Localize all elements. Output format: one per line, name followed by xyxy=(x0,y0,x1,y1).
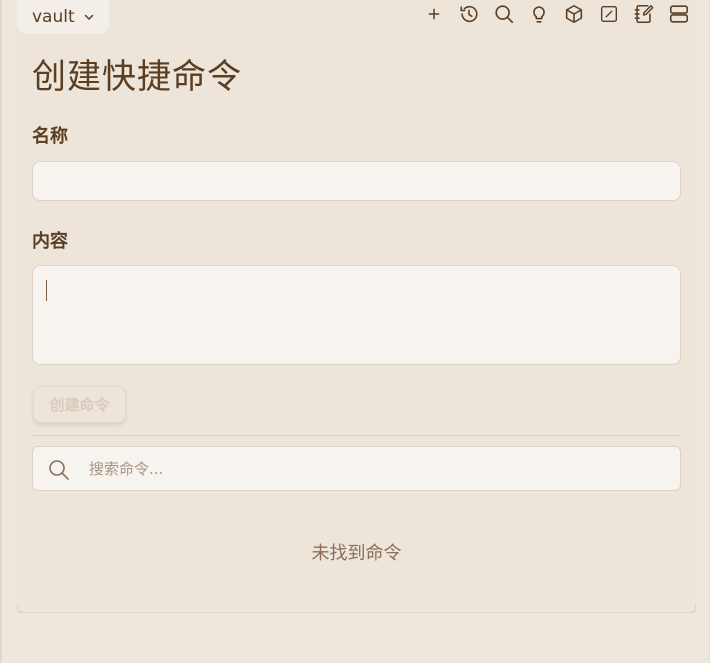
search-icon xyxy=(49,460,69,480)
name-label: 名称 xyxy=(32,126,68,147)
search-button[interactable] xyxy=(492,2,516,26)
server-button[interactable] xyxy=(667,2,691,26)
add-button[interactable] xyxy=(422,2,446,26)
window-edge-left xyxy=(0,0,2,663)
vault-selector-label: vault xyxy=(32,7,75,27)
history-button[interactable] xyxy=(457,2,481,26)
create-command-button[interactable]: 创建命令 xyxy=(33,386,126,423)
top-toolbar xyxy=(420,0,710,28)
notebook-button[interactable] xyxy=(632,2,656,26)
search-icon xyxy=(495,5,514,24)
plus-icon xyxy=(428,8,440,20)
notebook-edit-icon xyxy=(634,4,654,24)
server-icon xyxy=(669,5,689,23)
chevron-down-icon xyxy=(84,14,93,20)
text-caret xyxy=(46,280,47,301)
history-icon xyxy=(460,5,478,23)
command-search-input[interactable] xyxy=(89,447,669,490)
command-search-box[interactable] xyxy=(32,446,681,491)
edit-square-icon xyxy=(600,5,618,23)
cube-icon xyxy=(565,4,583,24)
vault-selector[interactable]: vault xyxy=(17,0,109,34)
content-label: 内容 xyxy=(32,231,68,252)
package-button[interactable] xyxy=(562,2,586,26)
edit-button[interactable] xyxy=(597,2,621,26)
lightbulb-icon xyxy=(533,6,545,23)
empty-state-text: 未找到命令 xyxy=(311,543,402,564)
content-textarea[interactable] xyxy=(32,265,681,365)
name-input[interactable] xyxy=(32,161,681,201)
tips-button[interactable] xyxy=(527,2,551,26)
divider xyxy=(32,435,681,436)
page-title: 创建快捷命令 xyxy=(32,57,242,97)
